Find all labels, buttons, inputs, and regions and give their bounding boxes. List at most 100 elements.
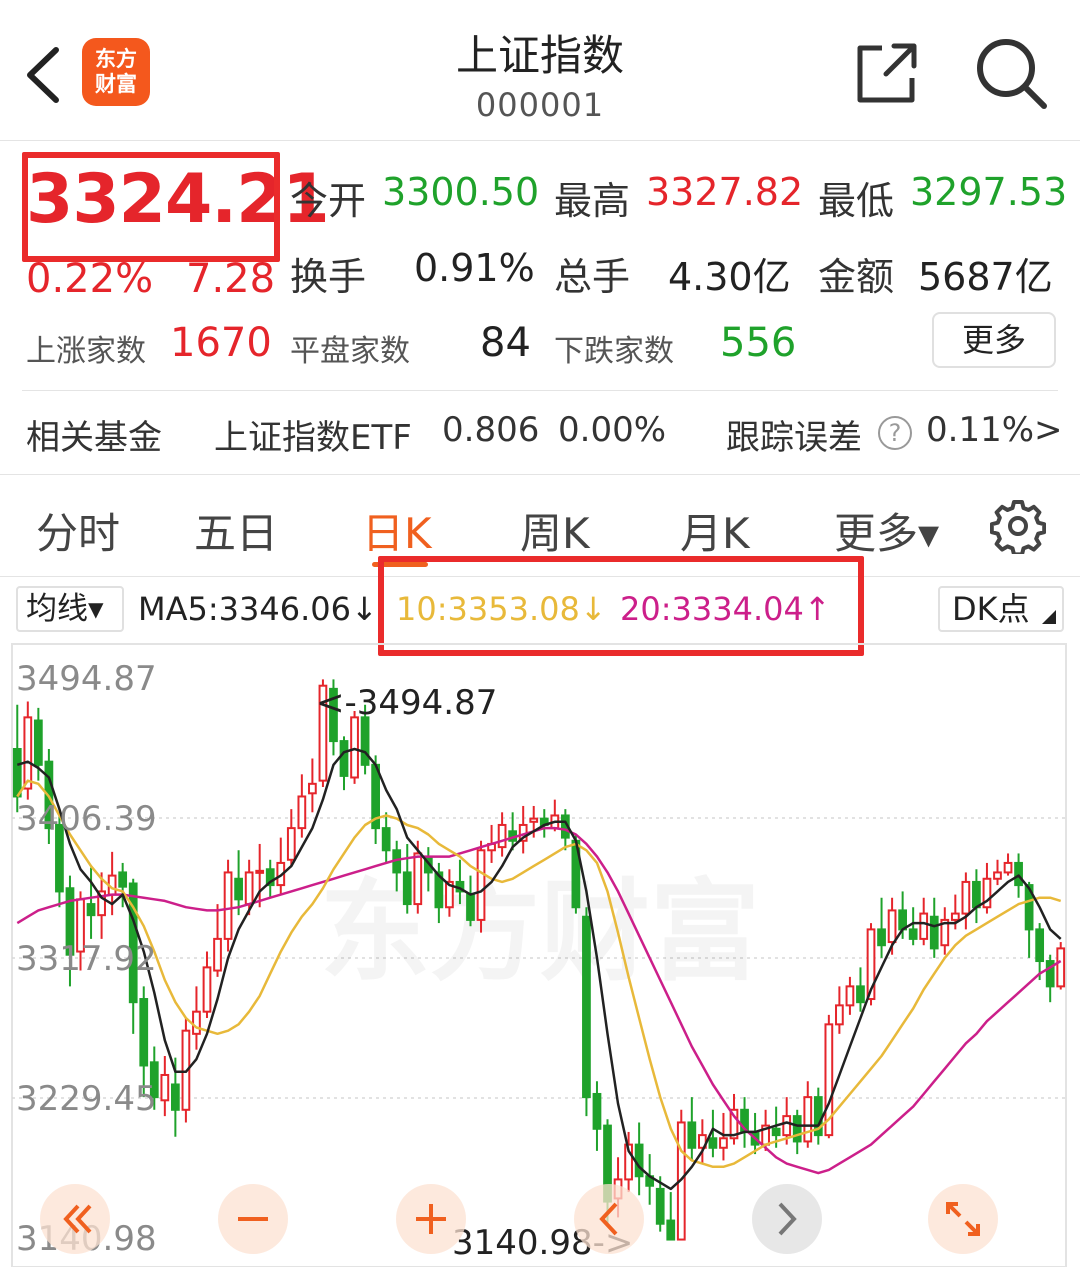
- chevron-right-icon: [778, 1202, 797, 1236]
- candle-down: [592, 1092, 602, 1130]
- share-icon: [857, 43, 917, 103]
- zoom-in-button[interactable]: [396, 1184, 466, 1254]
- active-tab-indicator: [372, 562, 428, 567]
- tab-monthly-k[interactable]: 月K: [680, 500, 750, 561]
- tab-more[interactable]: 更多▾: [834, 500, 939, 561]
- quote-divider: [22, 390, 1058, 391]
- candle-up: [286, 827, 296, 861]
- turnover-label: 换手: [290, 255, 367, 299]
- dk-points-button[interactable]: DK点: [938, 586, 1064, 632]
- tab-intraday[interactable]: 分时: [36, 500, 120, 561]
- fullscreen-button[interactable]: [928, 1184, 998, 1254]
- share-button[interactable]: [852, 40, 922, 106]
- candle-up: [845, 985, 855, 1007]
- tab-five-day[interactable]: 五日: [194, 500, 278, 561]
- high-label: 最高: [554, 179, 631, 223]
- candle-up: [23, 716, 33, 790]
- candle-up: [1056, 947, 1066, 988]
- corner-triangle-icon: [1042, 610, 1056, 624]
- low-label: 最低: [818, 179, 895, 223]
- candle-down: [33, 719, 43, 766]
- gear-icon: [989, 500, 1047, 557]
- candle-down: [708, 1137, 718, 1149]
- tab-weekly-k[interactable]: 周K: [520, 500, 590, 561]
- candle-up: [192, 1010, 201, 1035]
- expand-icon: [946, 1202, 980, 1236]
- tab-daily-k[interactable]: 日K: [362, 500, 432, 561]
- header-divider: [0, 140, 1080, 141]
- candle-up: [413, 852, 423, 906]
- change-percent: 0.22%: [26, 256, 154, 302]
- candle-down: [908, 928, 918, 940]
- fund-price: 0.806: [442, 410, 540, 450]
- high-annotation: <-3494.87: [316, 683, 497, 723]
- volume-label: 总手: [554, 255, 631, 299]
- amount-label: 金额: [818, 255, 895, 299]
- candle-down: [1014, 861, 1023, 887]
- y-tick-label: 3229.45: [16, 1079, 157, 1119]
- y-tick-label: 3406.39: [16, 799, 157, 839]
- candle-down: [360, 716, 370, 766]
- candle-up: [919, 912, 929, 940]
- more-stats-button[interactable]: 更多: [932, 312, 1056, 368]
- chevron-left-icon: [599, 1202, 618, 1236]
- candle-up: [497, 823, 507, 849]
- search-icon: [977, 39, 1047, 109]
- ma5-value: MA5:3346.06↓: [138, 590, 378, 628]
- candle-up: [887, 909, 897, 944]
- decliners-label: 下跌家数: [554, 334, 674, 369]
- candle-down: [170, 1083, 180, 1111]
- low-value: 3297.53: [910, 170, 1068, 214]
- candle-down: [582, 915, 591, 1099]
- tabs-divider: [0, 576, 1080, 577]
- candle-up: [308, 782, 317, 795]
- candlestick-chart[interactable]: 东方财富 3494.873406.393317.923229.453140.98…: [0, 640, 1080, 1267]
- scroll-right-button[interactable]: [752, 1184, 822, 1254]
- zoom-out-button[interactable]: [218, 1184, 288, 1254]
- candle-down: [972, 880, 981, 909]
- turnover-value: 0.91%: [414, 246, 535, 290]
- candle-down: [86, 903, 96, 917]
- candle-down: [234, 877, 243, 901]
- fund-change: 0.00%: [558, 410, 667, 450]
- candle-up: [961, 880, 971, 915]
- y-tick-label: 3494.87: [16, 659, 157, 699]
- watermark: 东方财富: [320, 868, 760, 996]
- candle-down: [402, 871, 412, 906]
- candle-up: [529, 817, 539, 823]
- tracking-error-value: 0.11%: [926, 410, 1035, 450]
- plus-icon: [416, 1204, 446, 1234]
- help-icon[interactable]: ?: [878, 416, 912, 450]
- candle-down: [877, 928, 886, 947]
- candle-down: [12, 748, 22, 798]
- candle-up: [255, 869, 265, 874]
- tracking-error-label: 跟踪误差: [726, 418, 862, 458]
- candle-down: [466, 893, 475, 921]
- change-amount: 7.28: [186, 256, 276, 302]
- candle-up: [719, 1137, 728, 1149]
- candle-down: [792, 1115, 802, 1143]
- unchanged-label: 平盘家数: [290, 334, 410, 369]
- volume-value: 4.30亿: [668, 255, 791, 299]
- candle-up: [213, 937, 222, 972]
- scroll-left-button[interactable]: [574, 1184, 644, 1254]
- candle-up: [950, 912, 960, 921]
- scroll-left-far-button[interactable]: [40, 1184, 110, 1254]
- fund-name: 上证指数ETF: [214, 418, 412, 458]
- candle-up: [476, 849, 486, 921]
- candle-down: [687, 1121, 697, 1149]
- amount-value: 5687亿: [918, 255, 1053, 299]
- minus-icon: [238, 1217, 268, 1221]
- candle-up: [350, 716, 359, 779]
- candle-down: [1035, 928, 1045, 963]
- chart-settings-button[interactable]: [989, 498, 1047, 557]
- candle-down: [634, 1143, 644, 1178]
- candle-down: [339, 740, 349, 777]
- search-button[interactable]: [972, 36, 1050, 110]
- candle-up: [993, 871, 1002, 880]
- decliners-value: 556: [720, 320, 797, 366]
- ma-select-dropdown[interactable]: 均线▾: [16, 586, 124, 632]
- candle-down: [666, 1219, 676, 1241]
- high-value: 3327.82: [646, 170, 804, 214]
- double-chevron-left-icon: [63, 1204, 92, 1234]
